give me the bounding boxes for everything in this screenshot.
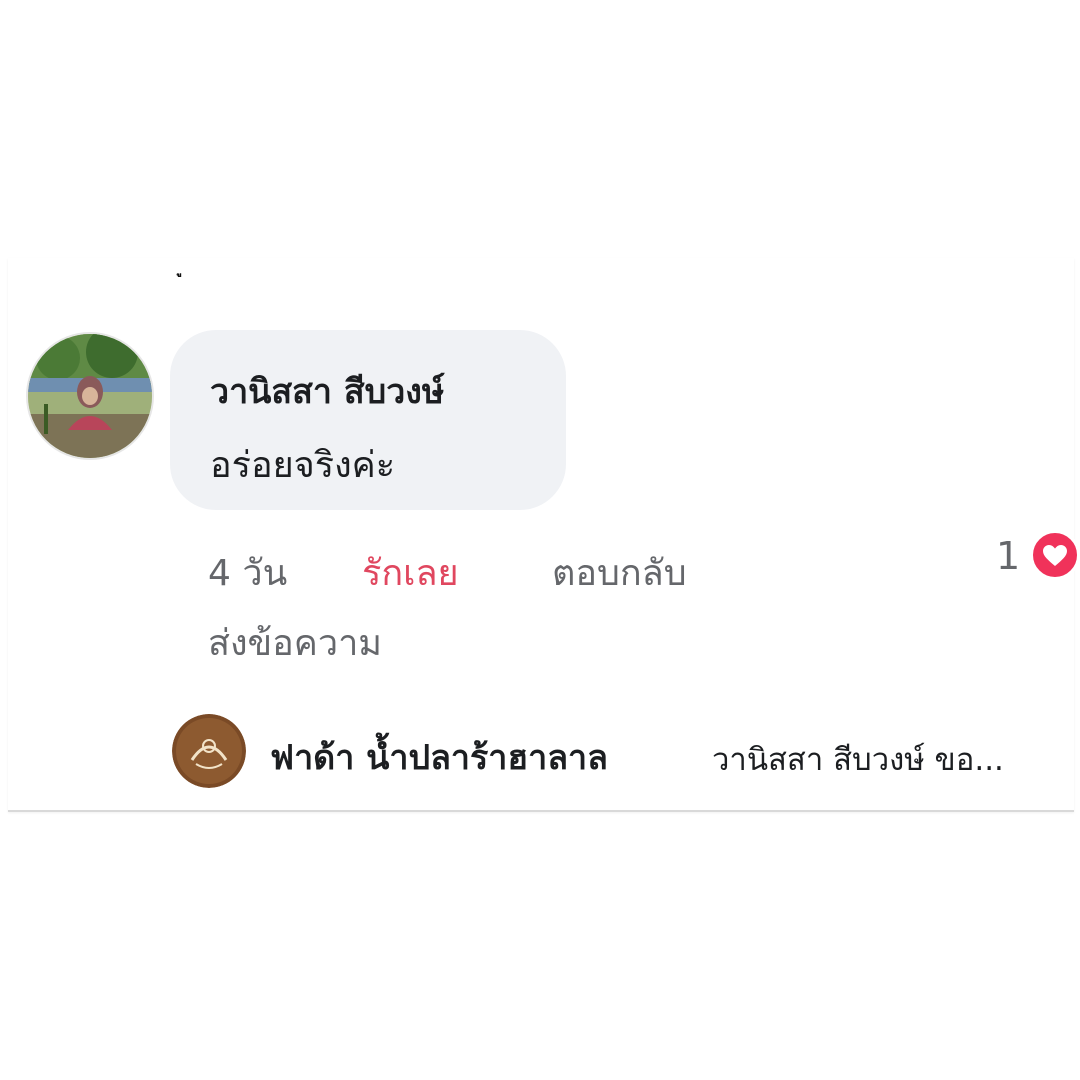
reply-button[interactable]: ตอบกลับ [552,544,687,601]
love-button[interactable]: รักเลย [362,544,459,601]
reply-author[interactable]: ฟาด้า น้ำปลาร้าฮาลาล [270,730,608,784]
reaction-count[interactable]: 1 [996,534,1020,578]
reply-preview[interactable]: วานิสสา สีบวงษ์ ขอ... [712,734,1004,784]
commenter-avatar[interactable] [26,332,154,460]
comment-author[interactable]: วานิสสา สีบวงษ์ [210,364,444,418]
comment-text: อร่อยจริงค่ะ [210,445,396,486]
send-message-button[interactable]: ส่งข้อความ [208,614,382,671]
stray-mark: ู [182,262,196,276]
replier-avatar[interactable] [172,714,246,788]
comment-time[interactable]: 4 วัน [208,544,287,601]
heart-icon[interactable] [1030,530,1080,580]
